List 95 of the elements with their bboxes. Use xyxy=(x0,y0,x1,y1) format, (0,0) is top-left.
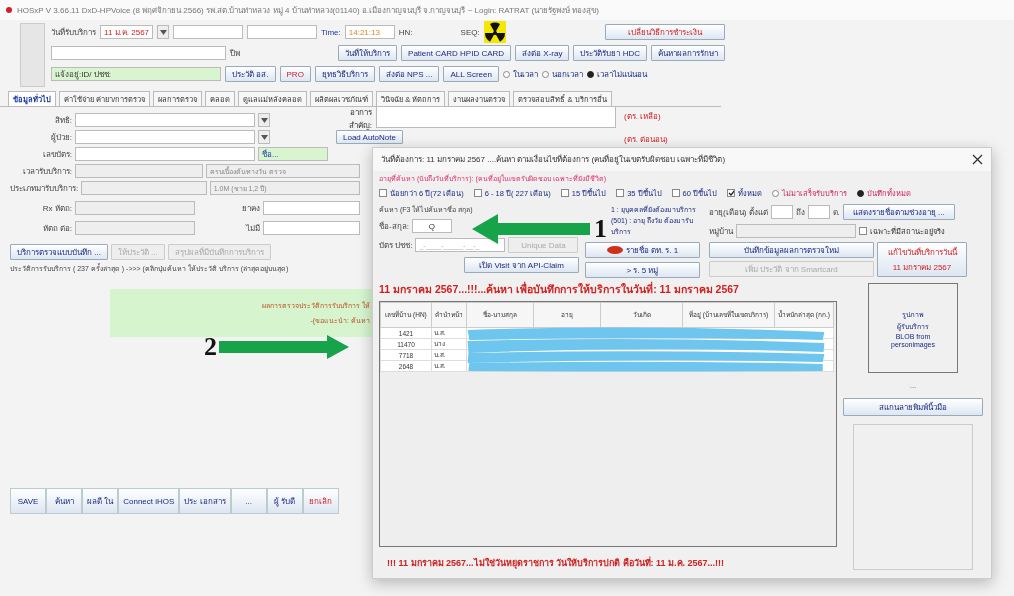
field-label: วันที่รับบริการ xyxy=(51,26,97,39)
header-button[interactable]: ยุทธวิธีบริการ xyxy=(314,66,375,82)
date-field[interactable] xyxy=(247,25,318,39)
header-button[interactable]: ค้นหาผลการรักษา xyxy=(651,45,725,61)
close-icon[interactable] xyxy=(972,154,983,165)
photo-panel xyxy=(20,23,46,87)
toolbar-button[interactable]: ประ เอกสาร xyxy=(179,488,231,514)
field-label: หมู่บ้าน xyxy=(709,225,733,238)
field-label: อายุ(เดือน) ตั้งแต่ xyxy=(709,206,768,219)
header-button[interactable]: วันที่ให้บริการ xyxy=(338,45,398,61)
header-button[interactable]: ประวัติรับยา HDC xyxy=(573,45,647,61)
header-button[interactable]: ประวัติ อส. xyxy=(225,66,276,82)
text-field[interactable] xyxy=(51,46,227,60)
age-from-field[interactable] xyxy=(770,205,793,219)
header-button[interactable]: ALL Screen xyxy=(443,66,499,82)
village-dropdown[interactable] xyxy=(736,224,856,238)
radio-option[interactable]: เวลาไม่แน่นอน xyxy=(586,67,647,81)
arrow-icon xyxy=(219,335,349,359)
status-message: !!! 11 มกราคม 2567...ไม่ใช่วันหยุดราชการ วันให้บริการปกติ คือวันที่: 11 ม.ค. 2567...!!! xyxy=(386,555,726,571)
symptom-field[interactable] xyxy=(376,106,616,128)
api-claim-button[interactable]: เปิด Visit จาก API-Claim xyxy=(464,257,579,273)
field-label: ชื่อ-สกุล: xyxy=(379,220,409,233)
toolbar-button[interactable]: Connect iHOS xyxy=(118,488,180,514)
field-label: Time: xyxy=(321,27,341,37)
text-field[interactable] xyxy=(75,147,255,161)
app-icon xyxy=(6,7,12,13)
toolbar-button[interactable]: ค้นหา xyxy=(46,488,82,514)
check-icon xyxy=(728,189,735,197)
field-label: ไม่มี xyxy=(244,222,261,235)
field-label: บัตร ปชช: xyxy=(379,239,413,252)
field-label: สิทธิ: xyxy=(53,114,72,127)
separator-text: ... xyxy=(909,381,917,390)
village-group-button[interactable]: > ร. 5 หมู่ xyxy=(585,262,700,278)
save-result-button[interactable]: บันทึกข้อมูลผลการตรวจใหม่ xyxy=(709,242,874,258)
text-field[interactable] xyxy=(263,221,360,235)
dropdown-field[interactable] xyxy=(81,181,207,195)
field-label: เวลารับบริการ: xyxy=(21,165,72,178)
radio-option[interactable]: ในเวลา xyxy=(502,67,538,81)
register-field[interactable]: แจ้งอยู่:ID/ ปชช: xyxy=(51,67,222,81)
dropdown-button[interactable] xyxy=(157,25,170,39)
dropdown-field[interactable] xyxy=(75,164,204,178)
header-button[interactable]: ส่งต่อ NPS ... xyxy=(378,66,440,82)
name-field[interactable]: ชื่อ... xyxy=(258,147,328,161)
text-field[interactable] xyxy=(263,201,360,215)
caret-icon xyxy=(260,117,268,123)
caret-icon xyxy=(159,29,167,35)
field-label: เลขบัตร: xyxy=(41,148,72,161)
field-label: ยาคง xyxy=(241,202,261,215)
toolbar-button[interactable]: ... xyxy=(230,488,267,514)
autonote-button[interactable]: Load AutoNote xyxy=(336,130,403,144)
caret-icon xyxy=(260,134,268,140)
header-button[interactable]: PRO xyxy=(279,66,311,82)
toolbar-button[interactable]: ยกเลิก xyxy=(302,488,339,514)
header-button[interactable]: ส่งต่อ X-ray xyxy=(515,45,570,61)
fingerprint-scan-button[interactable]: สแกนลายพิมพ์นิ้วมือ xyxy=(843,398,983,416)
date-field[interactable]: 11 ม.ค. 2567 xyxy=(100,25,154,39)
field-label: SEQ: xyxy=(460,27,480,37)
radio-option[interactable]: นอกเวลา xyxy=(541,67,583,81)
arrow-icon xyxy=(472,214,590,244)
field-label: HN: xyxy=(398,27,413,37)
toolbar-button[interactable]: ผู้ รับดี xyxy=(266,488,303,514)
text-field[interactable] xyxy=(75,130,255,144)
field-label: ถึง xyxy=(795,206,805,219)
dropdown-field[interactable] xyxy=(75,221,196,235)
lookup-button[interactable] xyxy=(258,113,270,127)
field-label: ปีพ xyxy=(230,47,241,60)
age-range-button[interactable]: แสดงรายชื่อตามช่วงอายุ ... xyxy=(842,204,955,220)
header-button[interactable]: Patient CARD HPID CARD xyxy=(401,45,512,61)
field-label: (ตร. ต่อนอน) xyxy=(624,134,668,146)
field-label: หัตถ ต่อ: xyxy=(41,222,72,235)
action-button[interactable]: บริการตรวจแบบบันทึก ... xyxy=(10,244,108,260)
annotation-number: 2 xyxy=(204,332,217,362)
date-field[interactable] xyxy=(173,25,244,39)
today-date-button[interactable]: แก้ไขวันที่บริการวันนี้ 11 มกราคม 2567 xyxy=(877,242,967,277)
lookup-button[interactable] xyxy=(258,130,270,144)
field-label: ผู้ป่วย: xyxy=(49,131,72,144)
oval-icon xyxy=(606,246,623,254)
field-label: ประเภทมารับบริการ: xyxy=(10,182,79,195)
dialog-title: วันที่ต้องการ: 11 มกราคม 2567 ....ค้นหา ตามเงื่อนไขที่ต้องการ (คนที่อยู่ในเขตรับผิดชอบ เฉพาะที่มีชีวิต) xyxy=(381,153,726,166)
payment-button[interactable]: เปลี่ยนวิธีการชำระเงิน xyxy=(605,24,725,40)
age-to-field[interactable] xyxy=(807,205,830,219)
window-title: HOSxP V 3.66.11 DxD-HPVoice (8 พฤศจิกายน 2566) รพ.สต.บ้านท่าหลวง หมู่ 4 บ้านท่าหลวง(01140) อ.เมืองกาญจนบุรี จ.กาญจนบุรี ~ Login: RATRAT (นายรัฐพงษ์ ทองสุข) xyxy=(17,4,599,17)
field-label: อาการสำคัญ: xyxy=(347,107,372,132)
radiation-icon xyxy=(483,21,506,43)
annotation-number: 1 xyxy=(594,214,607,244)
field-label: ด. xyxy=(832,206,840,219)
field-label: (ตร. เหลือ) xyxy=(624,111,662,123)
toolbar-button[interactable]: ผลดี ใน xyxy=(82,488,119,514)
field-label: Rx หัตถ: xyxy=(41,202,72,215)
dropdown-field[interactable] xyxy=(75,201,196,215)
toolbar-button[interactable]: SAVE xyxy=(10,488,46,514)
resident-list-button[interactable]: รายชื่อ ตท. ร. 1 xyxy=(585,242,700,258)
text-field[interactable] xyxy=(75,113,255,127)
name-search-field[interactable]: Q xyxy=(411,219,452,233)
result-heading: 11 มกราคม 2567...!!!...ค้นหา เพื่อบันทึกการให้บริการในวันที่: 11 มกราคม 2567 xyxy=(379,281,740,297)
